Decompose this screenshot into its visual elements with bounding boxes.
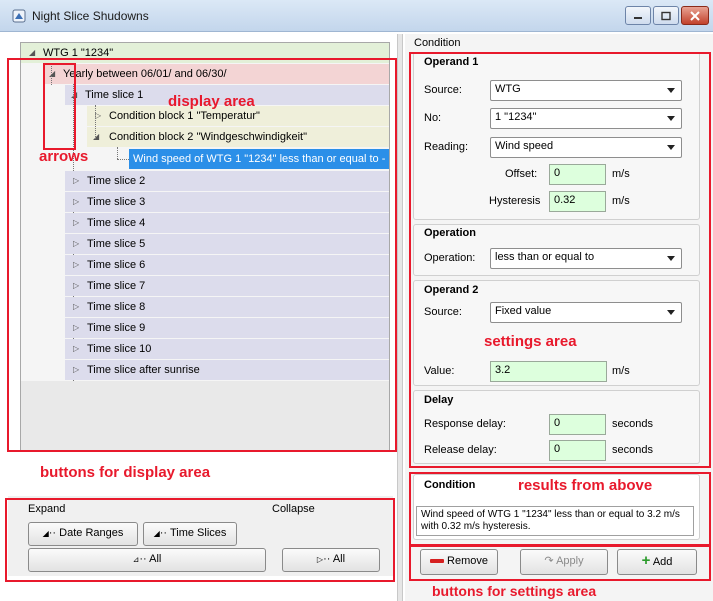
- close-button[interactable]: [681, 6, 709, 25]
- panel-splitter[interactable]: [397, 34, 403, 601]
- app-icon: [12, 9, 26, 23]
- buttons-settings-highlight: [409, 545, 711, 581]
- arrows-highlight: [43, 63, 76, 150]
- settings-area-annotation: settings area: [484, 333, 577, 350]
- arrows-annotation: arrows: [39, 148, 89, 165]
- settings-area-highlight: [409, 52, 711, 468]
- results-annotation: results from above: [518, 477, 653, 494]
- maximize-button[interactable]: [653, 6, 679, 25]
- display-area-annotation: display area: [168, 93, 255, 110]
- buttons-settings-annotation: buttons for settings area: [432, 583, 597, 599]
- buttons-display-highlight: [5, 498, 395, 582]
- minimize-button[interactable]: [625, 6, 651, 25]
- settings-header: Condition: [414, 37, 461, 49]
- buttons-display-annotation: buttons for display area: [40, 464, 211, 481]
- window-title: Night Slice Shudowns: [32, 9, 149, 23]
